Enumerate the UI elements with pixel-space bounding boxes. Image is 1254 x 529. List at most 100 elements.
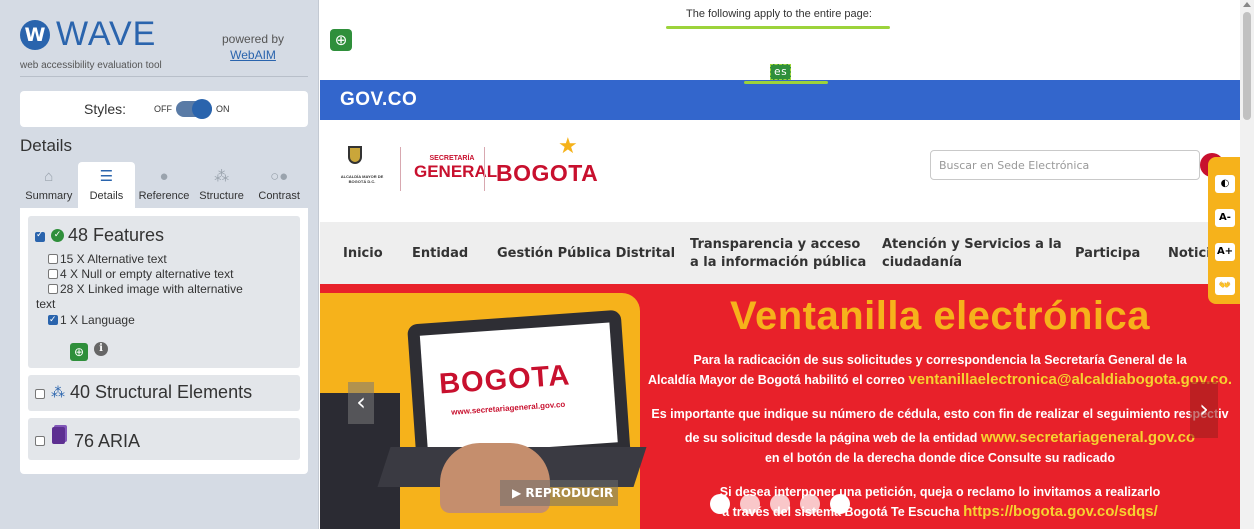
list-icon: ☰ [99,168,114,185]
sdqs-link[interactable]: https://bogota.gov.co/sdqs/ [963,503,1158,520]
structural-checkbox[interactable] [35,389,45,399]
tab-details[interactable]: ☰ Details [77,162,136,208]
feature-label: 28 X Linked image with alternative [60,282,243,296]
aria-checkbox[interactable] [35,436,45,446]
nav-entidad[interactable]: Entidad [412,245,468,263]
page-scrollbar[interactable] [1240,0,1254,529]
feature-item-linked-image[interactable]: 28 X Linked image with alternative [48,282,298,296]
language-tag[interactable]: es [770,64,792,80]
features-group: ✓ 48 Features 15 X Alternative text 4 X … [28,216,300,368]
feature-item-alt-text[interactable]: 15 X Alternative text [48,252,167,266]
wave-page-notice: ⊕ The following apply to the entire page… [320,0,1240,80]
feature-label-cont: text [36,297,56,311]
nav-atencion[interactable]: Atención y Servicios a la ciudadanía [882,236,1062,272]
aria-group: 76 ARIA [28,418,300,460]
feature-checkbox[interactable] [48,284,58,294]
sign-language-icon[interactable]: 👐 [1215,277,1235,295]
carousel-prev-button[interactable]: ‹ [348,382,374,424]
features-checkbox[interactable] [35,230,45,242]
secretaria-label: SECRETARÍA [429,155,475,162]
nav-transparencia[interactable]: Transparencia y acceso a la información … [690,236,866,272]
nav-label: Transparencia y acceso [690,237,861,252]
structure-icon: ⁂ [214,168,230,185]
carousel-dot[interactable] [770,494,790,514]
styles-toggle-switch[interactable] [176,99,212,119]
site-header: ALCALDÍA MAYOR DE BOGOTÁ D.C. SECRETARÍA… [320,120,1240,222]
language-icon[interactable]: ⊕ [70,343,88,361]
nav-participa[interactable]: Participa [1075,245,1140,263]
laptop-url: www.secretariageneral.gov.co [450,399,566,417]
website-link[interactable]: www.secretariageneral.gov.co [981,429,1195,446]
nav-gestion-publica[interactable]: Gestión Pública Distrital [497,245,675,263]
nav-noticias[interactable]: Notici [1168,245,1211,263]
logo-divider [484,147,485,191]
webaim-link[interactable]: WebAIM [222,47,284,63]
wave-logo-icon: W [20,20,50,50]
gov-co-bar: GOV.CO [320,80,1240,120]
wave-tabs: ⌂ Summary ☰ Details ● Reference ⁂ Struct… [20,162,308,208]
scroll-up-icon[interactable] [1243,2,1251,7]
bogota-logo[interactable]: BOGOTA [496,160,598,187]
carousel-next-button[interactable]: › [1190,382,1218,438]
email-link[interactable]: ventanillaelectronica@alcaldiabogota.gov… [908,371,1232,388]
general-label: GENERAL [414,162,498,181]
carousel-dot[interactable] [800,494,820,514]
entire-page-notice: The following apply to the entire page: [686,8,872,20]
tab-contrast[interactable]: ○● Contrast [250,162,308,208]
play-button[interactable]: ▶ REPRODUCIR [500,480,618,506]
hero-text-1: Para la radicación de sus solicitudes y … [693,353,1187,367]
website-viewport: ⊕ The following apply to the entire page… [320,0,1240,529]
laptop-screen: BOGOTA www.secretariageneral.gov.co [419,322,618,456]
powered-by-text: powered by [222,32,285,46]
home-icon: ⌂ [44,168,54,185]
hero-text-3: Es importante que indique su número de c… [651,407,1229,421]
carousel-dot[interactable] [830,494,850,514]
carousel-dot[interactable] [740,494,760,514]
scroll-thumb[interactable] [1243,12,1251,120]
contrast-icon[interactable]: ◐ [1215,175,1235,193]
tab-reference[interactable]: ● Reference [135,162,193,208]
nav-inicio[interactable]: Inicio [343,245,383,263]
aria-title: 76 ARIA [74,431,141,451]
feature-checkbox[interactable] [48,269,58,279]
styles-on-label: ON [216,104,230,114]
laptop-bogota-logo: BOGOTA [438,359,572,401]
styles-toggle-panel: Styles: OFF ON [20,91,308,127]
feature-checkbox[interactable] [48,313,58,327]
alcaldia-label: ALCALDÍA MAYOR DE BOGOTÁ D.C. [340,174,384,184]
carousel-dot[interactable] [710,494,730,514]
increase-font-icon[interactable]: A+ [1215,243,1235,261]
search-input[interactable]: Buscar en Sede Electrónica [930,150,1200,180]
coat-of-arms-icon [342,142,368,172]
info-icon[interactable]: i [94,342,108,356]
wave-subtitle: web accessibility evaluation tool [20,60,162,71]
hero-title: Ventanilla electrónica [729,294,1151,338]
features-title: 48 Features [68,225,165,245]
tab-structure[interactable]: ⁂ Structure [193,162,251,208]
accessibility-toolbar: ◐ A- A+ 👐 [1208,157,1240,304]
tab-summary[interactable]: ⌂ Summary [20,162,78,208]
main-nav: Inicio Entidad Gestión Pública Distrital… [320,222,1240,284]
check-circle-icon: ✓ [51,229,64,242]
tab-label: Summary [25,190,73,202]
logo-divider [400,147,401,191]
info-icon: ● [159,168,169,185]
hero-text: Alcaldía Mayor de Bogotá habilitó el cor… [647,373,909,387]
aria-icon [52,427,65,444]
structure-icon: ⁂ [51,385,65,401]
tab-label: Contrast [258,190,300,202]
panel-title: Details [20,136,72,155]
feature-item-language[interactable]: 1 X Language [48,313,135,327]
hero-text: de su solicitud desde la página web de l… [684,431,981,445]
feature-item-null-alt[interactable]: 4 X Null or empty alternative text [48,267,233,281]
structural-group: ⁂ 40 Structural Elements [28,375,300,411]
structural-title: 40 Structural Elements [70,382,253,402]
language-icon[interactable]: ⊕ [330,29,352,51]
hero-carousel: BOGOTA www.secretariageneral.gov.co ‹ ▶ … [320,284,1240,529]
gov-co-logo[interactable]: GOV.CO [340,89,417,111]
decrease-font-icon[interactable]: A- [1215,209,1235,227]
header-divider [20,76,308,77]
feature-label: 15 X Alternative text [60,252,167,266]
feature-label: 1 X Language [60,313,135,327]
feature-checkbox[interactable] [48,254,58,264]
